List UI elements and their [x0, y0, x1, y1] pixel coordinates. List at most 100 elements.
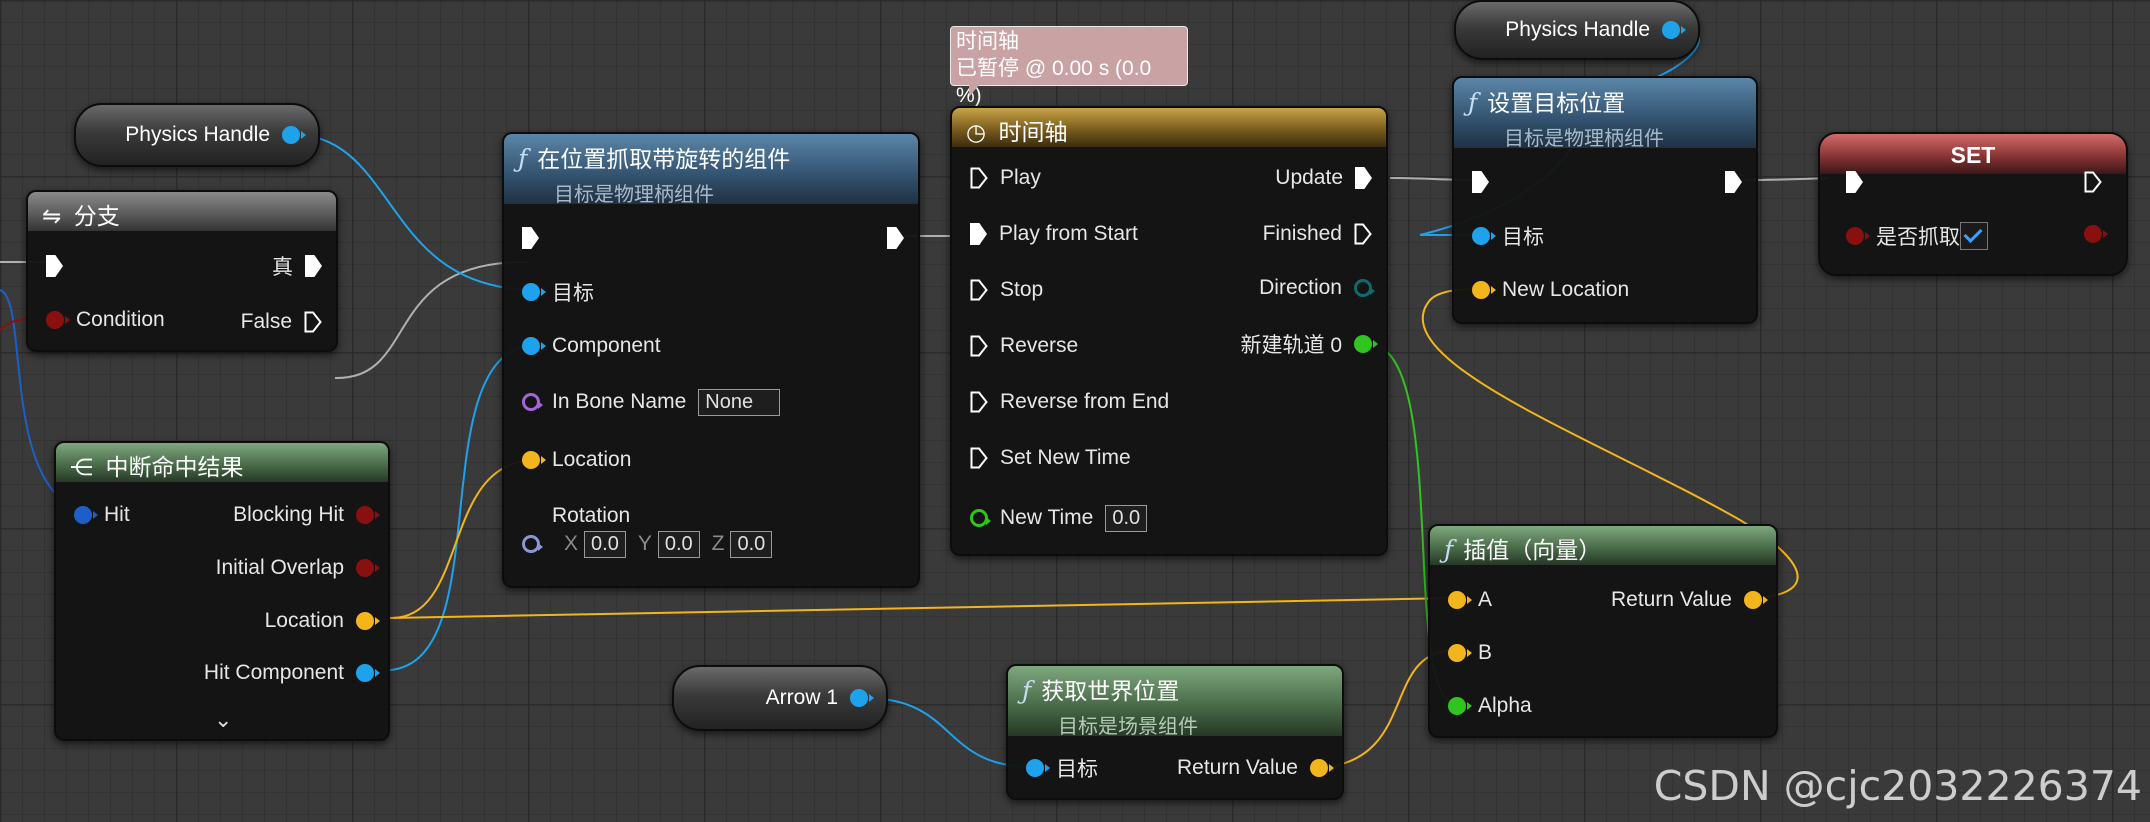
object-pin-icon[interactable] — [282, 126, 306, 144]
exec-in[interactable] — [1472, 168, 1489, 196]
finished-pin[interactable]: Finished — [1263, 220, 1372, 248]
a-pin[interactable]: A — [1448, 586, 1492, 614]
object-pin-icon[interactable] — [1472, 227, 1496, 245]
node-header[interactable]: ƒ 在位置抓取带旋转的组件 目标是物理柄组件 — [504, 134, 918, 206]
stop-pin[interactable]: Stop — [970, 276, 1043, 304]
node-header[interactable]: ⋲ 中断命中结果 — [56, 443, 388, 482]
bool-pin-icon[interactable] — [46, 311, 70, 329]
exec-in[interactable] — [1846, 168, 1863, 196]
float-pin-icon[interactable] — [1448, 697, 1472, 715]
node-header[interactable]: ◷ 时间轴 — [952, 108, 1386, 147]
rotation-y-field[interactable]: 0.0 — [657, 530, 700, 558]
reverse-from-end-pin[interactable]: Reverse from End — [970, 388, 1169, 416]
node-header[interactable]: ƒ 获取世界位置 目标是场景组件 — [1008, 666, 1342, 738]
exec-pin-icon[interactable] — [522, 227, 539, 249]
hit-pin[interactable]: Hit — [74, 501, 130, 529]
component-pin[interactable]: Component — [522, 332, 661, 360]
var-physics-handle-a[interactable]: Physics Handle — [74, 103, 320, 167]
b-pin[interactable]: B — [1448, 639, 1492, 667]
branch-node[interactable]: ⇋ 分支 真 Condition False — [26, 190, 338, 352]
object-pin-icon[interactable] — [356, 664, 380, 682]
true-out[interactable]: 真 — [272, 252, 322, 280]
target-pin[interactable]: 目标 — [1026, 754, 1098, 782]
direction-pin[interactable]: Direction — [1259, 274, 1375, 302]
set-target-location-node[interactable]: ƒ 设置目标位置 目标是物理柄组件 目标 New Location — [1452, 76, 1758, 324]
object-pin-icon[interactable] — [522, 283, 546, 301]
exec-pin-icon[interactable] — [1355, 167, 1372, 189]
exec-pin-icon[interactable] — [887, 227, 904, 249]
new-location-pin[interactable]: New Location — [1472, 276, 1629, 304]
exec-pin-icon[interactable] — [1354, 223, 1372, 245]
rotation-z-field[interactable]: 0.0 — [730, 530, 773, 558]
condition-pin[interactable]: Condition — [46, 306, 165, 334]
lerp-vector-node[interactable]: ƒ 插值（向量） A Return Value B Alpha — [1428, 524, 1778, 738]
exec-pin-icon[interactable] — [970, 279, 988, 301]
vector-pin-icon[interactable] — [1472, 281, 1496, 299]
location-pin[interactable]: Location — [265, 607, 380, 635]
object-pin-icon[interactable] — [850, 689, 874, 707]
node-header[interactable]: ƒ 设置目标位置 目标是物理柄组件 — [1454, 78, 1756, 150]
float-pin-icon[interactable] — [970, 509, 991, 527]
bool-pin-icon[interactable] — [2084, 225, 2108, 243]
false-out[interactable]: False — [241, 308, 322, 336]
vector-pin-icon[interactable] — [1744, 591, 1768, 609]
var-arrow[interactable]: Arrow 1 — [672, 665, 888, 731]
name-pin-icon[interactable] — [522, 393, 543, 411]
hit-component-pin[interactable]: Hit Component — [204, 659, 380, 687]
bool-pin-icon[interactable] — [1846, 227, 1870, 245]
checkbox[interactable] — [1960, 222, 1988, 250]
set-new-time-pin[interactable]: Set New Time — [970, 444, 1131, 472]
bone-name-pin[interactable]: In Bone Name None — [522, 388, 781, 416]
rotation-pin[interactable]: Rotation — [522, 502, 630, 530]
exec-pin-icon[interactable] — [970, 391, 988, 413]
exec-pin-icon[interactable] — [1725, 171, 1742, 193]
struct-pin-icon[interactable] — [74, 506, 98, 524]
vector-pin-icon[interactable] — [1310, 759, 1334, 777]
vector-pin-icon[interactable] — [1448, 591, 1472, 609]
vector-pin-icon[interactable] — [1448, 644, 1472, 662]
target-pin[interactable]: 目标 — [1472, 222, 1544, 250]
update-pin[interactable]: Update — [1275, 164, 1372, 192]
rotation-fields[interactable]: X 0.0 Y 0.0 Z 0.0 — [522, 530, 773, 558]
alpha-pin[interactable]: Alpha — [1448, 692, 1532, 720]
timeline-node[interactable]: ◷ 时间轴 Play Update Play from Start Finish… — [950, 106, 1388, 556]
exec-pin-icon[interactable] — [1846, 171, 1863, 193]
vector-pin-icon[interactable] — [356, 612, 380, 630]
track-pin[interactable]: 新建轨道 0 — [1240, 330, 1378, 358]
rotation-x-field[interactable]: 0.0 — [584, 530, 626, 558]
exec-pin-icon[interactable] — [304, 311, 322, 333]
vector-pin-icon[interactable] — [522, 451, 546, 469]
play-pin[interactable]: Play — [970, 164, 1041, 192]
exec-pin-icon[interactable] — [970, 223, 987, 245]
object-pin-icon[interactable] — [1662, 21, 1686, 39]
blocking-hit-pin[interactable]: Blocking Hit — [233, 501, 380, 529]
set-variable-node[interactable]: SET 是否抓取 — [1818, 132, 2128, 276]
exec-pin-icon[interactable] — [970, 167, 988, 189]
node-header[interactable]: SET — [1820, 134, 2126, 174]
new-time-field[interactable]: 0.0 — [1105, 504, 1148, 532]
location-pin[interactable]: Location — [522, 446, 631, 474]
exec-pin-icon[interactable] — [1472, 171, 1489, 193]
reverse-pin[interactable]: Reverse — [970, 332, 1078, 360]
grab-component-node[interactable]: ƒ 在位置抓取带旋转的组件 目标是物理柄组件 目标 Component In Bo… — [502, 132, 920, 588]
play-from-start-pin[interactable]: Play from Start — [970, 220, 1138, 248]
enum-pin-icon[interactable] — [1354, 279, 1375, 297]
exec-out[interactable] — [887, 224, 904, 252]
new-time-pin[interactable]: New Time 0.0 — [970, 504, 1148, 532]
exec-pin-icon[interactable] — [305, 255, 322, 277]
target-pin[interactable]: 目标 — [522, 278, 594, 306]
is-grabbing-pin[interactable]: 是否抓取 — [1846, 222, 1988, 250]
exec-pin-icon[interactable] — [970, 447, 988, 469]
rotator-pin-icon[interactable] — [522, 535, 543, 553]
node-header[interactable]: ⇋ 分支 — [28, 192, 336, 231]
exec-pin-icon[interactable] — [46, 255, 63, 277]
float-pin-icon[interactable] — [1354, 335, 1378, 353]
exec-in[interactable] — [46, 252, 63, 280]
chevron-down-icon[interactable]: ⌄ — [214, 707, 232, 733]
object-pin-icon[interactable] — [1026, 759, 1050, 777]
return-pin[interactable]: Return Value — [1611, 586, 1768, 614]
bool-pin-icon[interactable] — [356, 506, 380, 524]
bone-name-field[interactable]: None — [698, 388, 781, 416]
exec-pin-icon[interactable] — [2084, 171, 2102, 193]
var-physics-handle-b[interactable]: Physics Handle — [1454, 0, 1700, 60]
